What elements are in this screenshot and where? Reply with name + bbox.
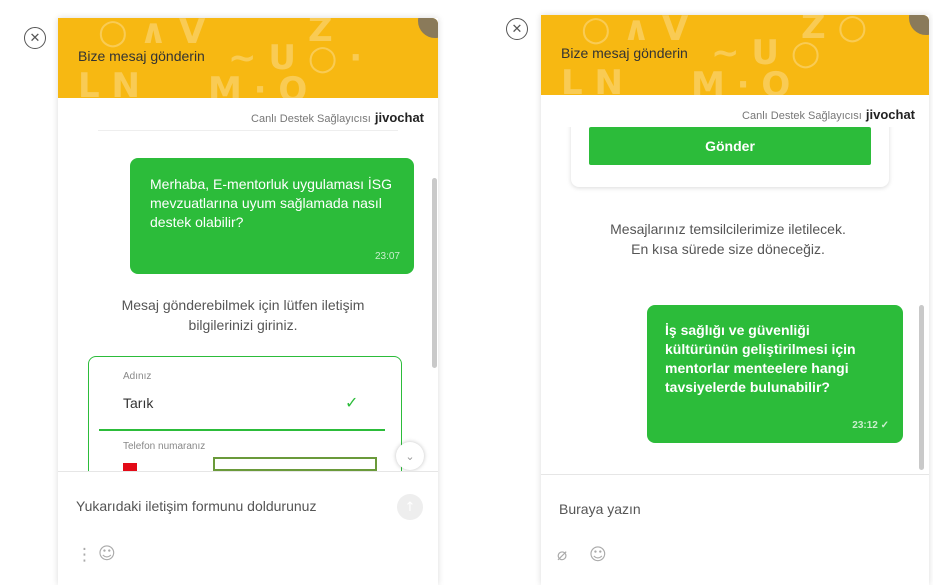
phone-field[interactable] (213, 457, 377, 471)
user-message-bubble: Merhaba, E-mentorluk uygulaması İSG mevz… (130, 158, 414, 274)
provider-credit[interactable]: Canlı Destek Sağlayıcısı jivochat (742, 107, 915, 122)
composer: Yukarıdaki iletişim formunu doldurunuz ↑… (58, 471, 438, 585)
close-button[interactable]: ✕ (24, 27, 46, 49)
system-message: Mesajlarınız temsilcilerimize iletilecek… (610, 221, 846, 257)
message-time: 23:07 (374, 251, 400, 262)
phone-label: Telefon numaranız (123, 441, 206, 452)
message-input[interactable]: Buraya yazın (559, 501, 641, 517)
send-form-button[interactable]: Gönder (589, 127, 871, 165)
jivochat-logo: jivochat (865, 107, 915, 122)
system-message: Mesaj gönderebilmek için lütfen iletişim… (121, 297, 365, 333)
header-title: Bize mesaj gönderin (78, 48, 205, 64)
avatar (909, 15, 929, 35)
chat-widget-right: ○ ∧ V ~ U ○ Z ○ L N M · O Bize mesaj gön… (541, 15, 929, 585)
close-button[interactable]: ✕ (506, 18, 528, 40)
chevron-down-icon: ⌄ (405, 449, 415, 463)
name-field[interactable]: Tarık (123, 395, 153, 411)
check-icon: ✓ (345, 393, 359, 412)
more-vertical-icon[interactable]: ⋮ (76, 545, 93, 565)
avatar (418, 18, 438, 38)
smiley-icon[interactable]: ☺ (589, 545, 607, 565)
scrollbar[interactable] (919, 305, 924, 470)
close-icon: ✕ (511, 21, 523, 37)
close-icon: ✕ (29, 30, 41, 46)
message-text: İş sağlığı ve güvenliği kültürünün geliş… (665, 322, 856, 395)
contact-form: Adınız Tarık ✓ Telefon numaranız (88, 356, 402, 472)
name-label: Adınız (123, 371, 152, 382)
chat-header: ○ ∧ V ~ U ○ · Z L N M · O Bize mesaj gön… (58, 18, 438, 98)
message-input[interactable]: Yukarıdaki iletişim formunu doldurunuz (76, 498, 316, 514)
provider-credit[interactable]: Canlı Destek Sağlayıcısı jivochat (251, 110, 424, 125)
message-list: Gönder Mesajlarınız temsilcilerimize ile… (541, 127, 929, 472)
message-text: Merhaba, E-mentorluk uygulaması İSG mevz… (150, 176, 392, 230)
send-button[interactable]: ↑ (397, 494, 423, 520)
chat-header: ○ ∧ V ~ U ○ Z ○ L N M · O Bize mesaj gön… (541, 15, 929, 95)
message-time: 23:12 ✓ (852, 420, 889, 431)
composer: Buraya yazın ⌀ ☺ (541, 474, 929, 585)
scroll-down-button[interactable]: ⌄ (396, 442, 424, 470)
chat-widget-left: ○ ∧ V ~ U ○ · Z L N M · O Bize mesaj gön… (58, 18, 438, 585)
message-list: Merhaba, E-mentorluk uygulaması İSG mevz… (58, 130, 438, 472)
header-title: Bize mesaj gönderin (561, 45, 688, 61)
send-arrow-icon: ↑ (404, 499, 416, 515)
paperclip-icon[interactable]: ⌀ (557, 545, 567, 565)
jivochat-logo: jivochat (374, 110, 424, 125)
user-message-bubble: İş sağlığı ve güvenliği kültürünün geliş… (647, 305, 903, 443)
scrollbar[interactable] (432, 178, 437, 368)
smiley-icon[interactable]: ☺ (98, 544, 116, 564)
form-card: Gönder (571, 127, 889, 187)
